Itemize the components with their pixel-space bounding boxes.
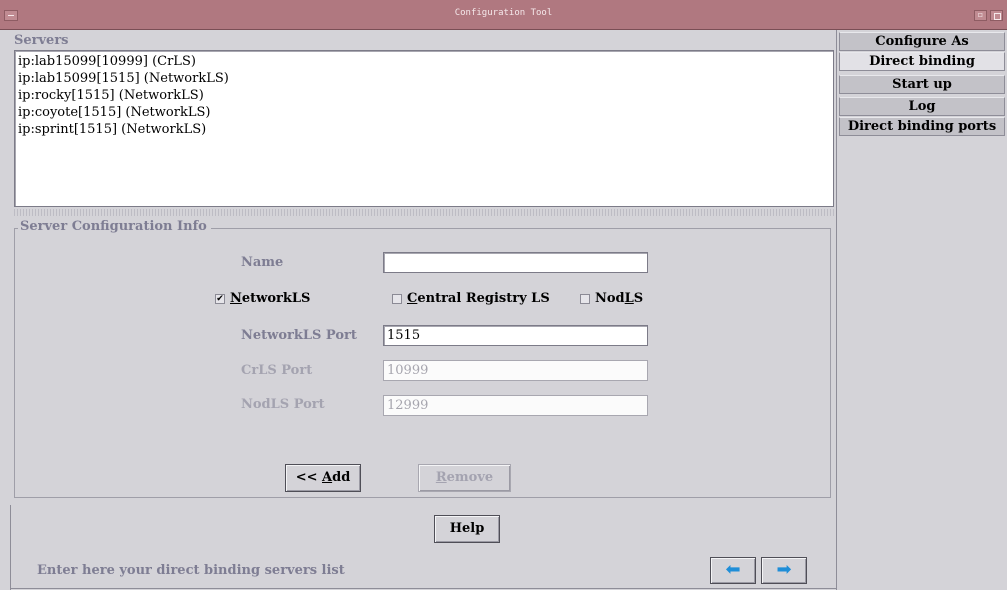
status-message: Enter here your direct binding servers l…: [37, 563, 345, 578]
left-arrow-icon: ⬅: [725, 559, 741, 580]
crls-check-box[interactable]: [392, 293, 402, 304]
servers-list[interactable]: ip:lab15099[10999] (CrLS) ip:lab15099[15…: [14, 50, 834, 207]
server-list-item[interactable]: ip:rocky[1515] (NetworkLS): [17, 87, 831, 104]
split-pane-divider[interactable]: [14, 209, 834, 216]
minimize-icon[interactable]: ▫: [974, 10, 987, 21]
remove-button: Remove: [418, 464, 511, 492]
networkls-checkbox[interactable]: ✔ NetworkLS: [215, 291, 310, 306]
crls-port-label: CrLS Port: [241, 363, 313, 378]
server-list-item[interactable]: ip:coyote[1515] (NetworkLS): [17, 104, 831, 121]
panel-border: [10, 505, 11, 590]
next-arrow-button[interactable]: ➡: [761, 557, 807, 584]
name-input[interactable]: [383, 252, 648, 273]
tab-log[interactable]: Log: [839, 97, 1005, 116]
servers-label: Servers: [14, 33, 69, 48]
nodls-port-label: NodLS Port: [241, 397, 325, 412]
server-list-item[interactable]: ip:sprint[1515] (NetworkLS): [17, 121, 831, 138]
title-bar: Configuration Tool ▫: [0, 0, 1007, 30]
sidebar: Configure As Direct binding Start up Log…: [836, 30, 1007, 590]
central-registry-ls-checkbox[interactable]: Central Registry LS: [392, 291, 550, 306]
panel-border: [10, 588, 836, 589]
server-list-item[interactable]: ip:lab15099[1515] (NetworkLS): [17, 70, 831, 87]
server-list-item[interactable]: ip:lab15099[10999] (CrLS): [17, 53, 831, 70]
tab-direct-binding-ports[interactable]: Direct binding ports: [839, 117, 1005, 136]
tab-direct-binding[interactable]: Direct binding: [839, 52, 1005, 71]
window-title: Configuration Tool: [454, 8, 553, 18]
server-config-legend: Server Configuration Info: [18, 219, 211, 234]
back-arrow-button[interactable]: ⬅: [710, 557, 756, 584]
tab-start-up[interactable]: Start up: [839, 75, 1005, 94]
nodls-checkbox[interactable]: NodLS: [580, 291, 643, 306]
nodls-check-box[interactable]: [580, 293, 590, 304]
networkls-check-box[interactable]: ✔: [215, 293, 225, 304]
crls-port-input: 10999: [383, 360, 648, 381]
maximize-icon[interactable]: [990, 10, 1003, 21]
help-button[interactable]: Help: [434, 515, 500, 543]
add-button[interactable]: << Add: [285, 464, 361, 492]
name-label: Name: [241, 255, 284, 270]
networkls-port-label: NetworkLS Port: [241, 328, 357, 343]
nodls-port-input: 12999: [383, 395, 648, 416]
right-arrow-icon: ➡: [776, 559, 792, 580]
tab-configure-as[interactable]: Configure As: [839, 32, 1005, 51]
networkls-port-input[interactable]: 1515: [383, 325, 648, 346]
